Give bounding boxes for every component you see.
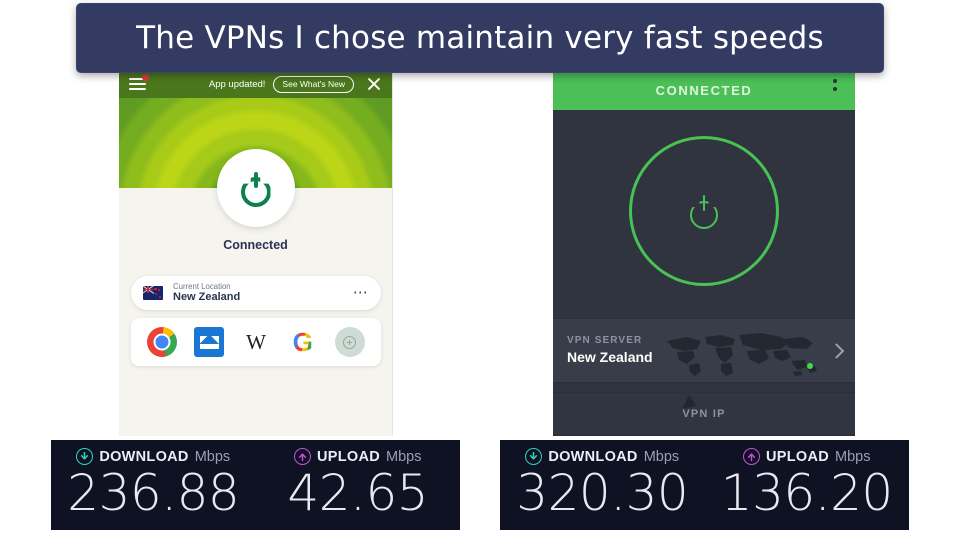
close-icon[interactable] — [366, 76, 382, 92]
wikipedia-icon[interactable]: W — [241, 327, 271, 357]
headline-banner: The VPNs I chose maintain very fast spee… — [76, 3, 884, 73]
download-column: DOWNLOAD Mbps 320.30 — [500, 440, 705, 530]
upload-column: UPLOAD Mbps 42.65 — [256, 440, 461, 530]
download-arrow-icon — [525, 448, 543, 465]
speed-test-right: DOWNLOAD Mbps 320.30 UPLOAD Mbps 136.20 — [500, 440, 909, 530]
vpn-server-label: VPN SERVER — [567, 335, 643, 347]
new-zealand-flag-icon — [143, 286, 163, 300]
screenshot-root: The VPNs I chose maintain very fast spee… — [0, 0, 960, 534]
right-app-header: CONNECTED — [553, 70, 855, 110]
headline-text: The VPNs I chose maintain very fast spee… — [136, 20, 824, 56]
upload-label: UPLOAD — [766, 448, 830, 465]
left-connection-status: Connected — [223, 238, 288, 252]
wikipedia-letter: W — [246, 329, 266, 354]
current-location-card[interactable]: Current Location New Zealand ⋯ — [131, 276, 381, 310]
hamburger-menu-icon[interactable] — [129, 73, 149, 91]
vpn-server-row[interactable]: VPN SERVER New Zealand — [553, 318, 855, 383]
download-arrow-icon — [76, 448, 94, 465]
right-power-button[interactable] — [629, 136, 779, 286]
right-connection-status: CONNECTED — [655, 82, 753, 98]
more-options-icon[interactable]: ⋯ — [353, 285, 369, 300]
right-vpn-app-window: CONNECTED VPN SERVER New Zealand VPN IP — [553, 70, 855, 436]
chrome-icon[interactable] — [147, 327, 178, 357]
server-location-dot-icon — [807, 363, 813, 369]
vpn-server-value: New Zealand — [567, 348, 653, 365]
add-shortcut-icon[interactable] — [334, 327, 365, 357]
power-icon — [687, 193, 721, 229]
download-label: DOWNLOAD — [548, 448, 638, 465]
download-unit: Mbps — [643, 448, 680, 465]
left-vpn-app-window: App updated! See What's New Connected Cu… — [119, 70, 393, 436]
more-options-vertical-icon[interactable] — [833, 79, 837, 95]
mail-icon[interactable] — [194, 327, 225, 357]
chevron-right-icon[interactable] — [828, 342, 845, 359]
notification-dot-icon — [142, 73, 149, 81]
speed-test-left: DOWNLOAD Mbps 236.88 UPLOAD Mbps 42.65 — [51, 440, 460, 530]
upload-unit: Mbps — [835, 448, 871, 465]
power-icon — [239, 171, 273, 207]
app-updated-text: App updated! — [208, 78, 266, 90]
upload-arrow-icon — [743, 448, 760, 465]
upload-label: UPLOAD — [317, 448, 381, 465]
world-map-icon — [661, 331, 821, 377]
download-column: DOWNLOAD Mbps 236.88 — [51, 440, 256, 530]
upload-value: 136.20 — [720, 464, 893, 522]
upload-unit: Mbps — [386, 448, 422, 465]
vpn-ip-row[interactable]: VPN IP — [553, 392, 855, 436]
see-whats-new-button[interactable]: See What's New — [273, 75, 354, 93]
download-value: 320.30 — [516, 464, 689, 522]
download-label: DOWNLOAD — [99, 448, 189, 465]
shortcuts-bar: W G — [131, 318, 381, 366]
google-letter: G — [292, 327, 313, 357]
upload-arrow-icon — [294, 448, 311, 465]
download-value: 236.88 — [67, 464, 240, 522]
download-unit: Mbps — [194, 448, 231, 465]
upload-value: 42.65 — [287, 464, 429, 522]
upload-column: UPLOAD Mbps 136.20 — [705, 440, 910, 530]
left-app-topbar: App updated! See What's New — [119, 70, 392, 98]
google-icon[interactable]: G — [288, 327, 318, 357]
current-location-label: Current Location — [173, 281, 231, 291]
current-location-value: New Zealand — [173, 291, 241, 304]
left-power-button[interactable] — [216, 149, 295, 227]
